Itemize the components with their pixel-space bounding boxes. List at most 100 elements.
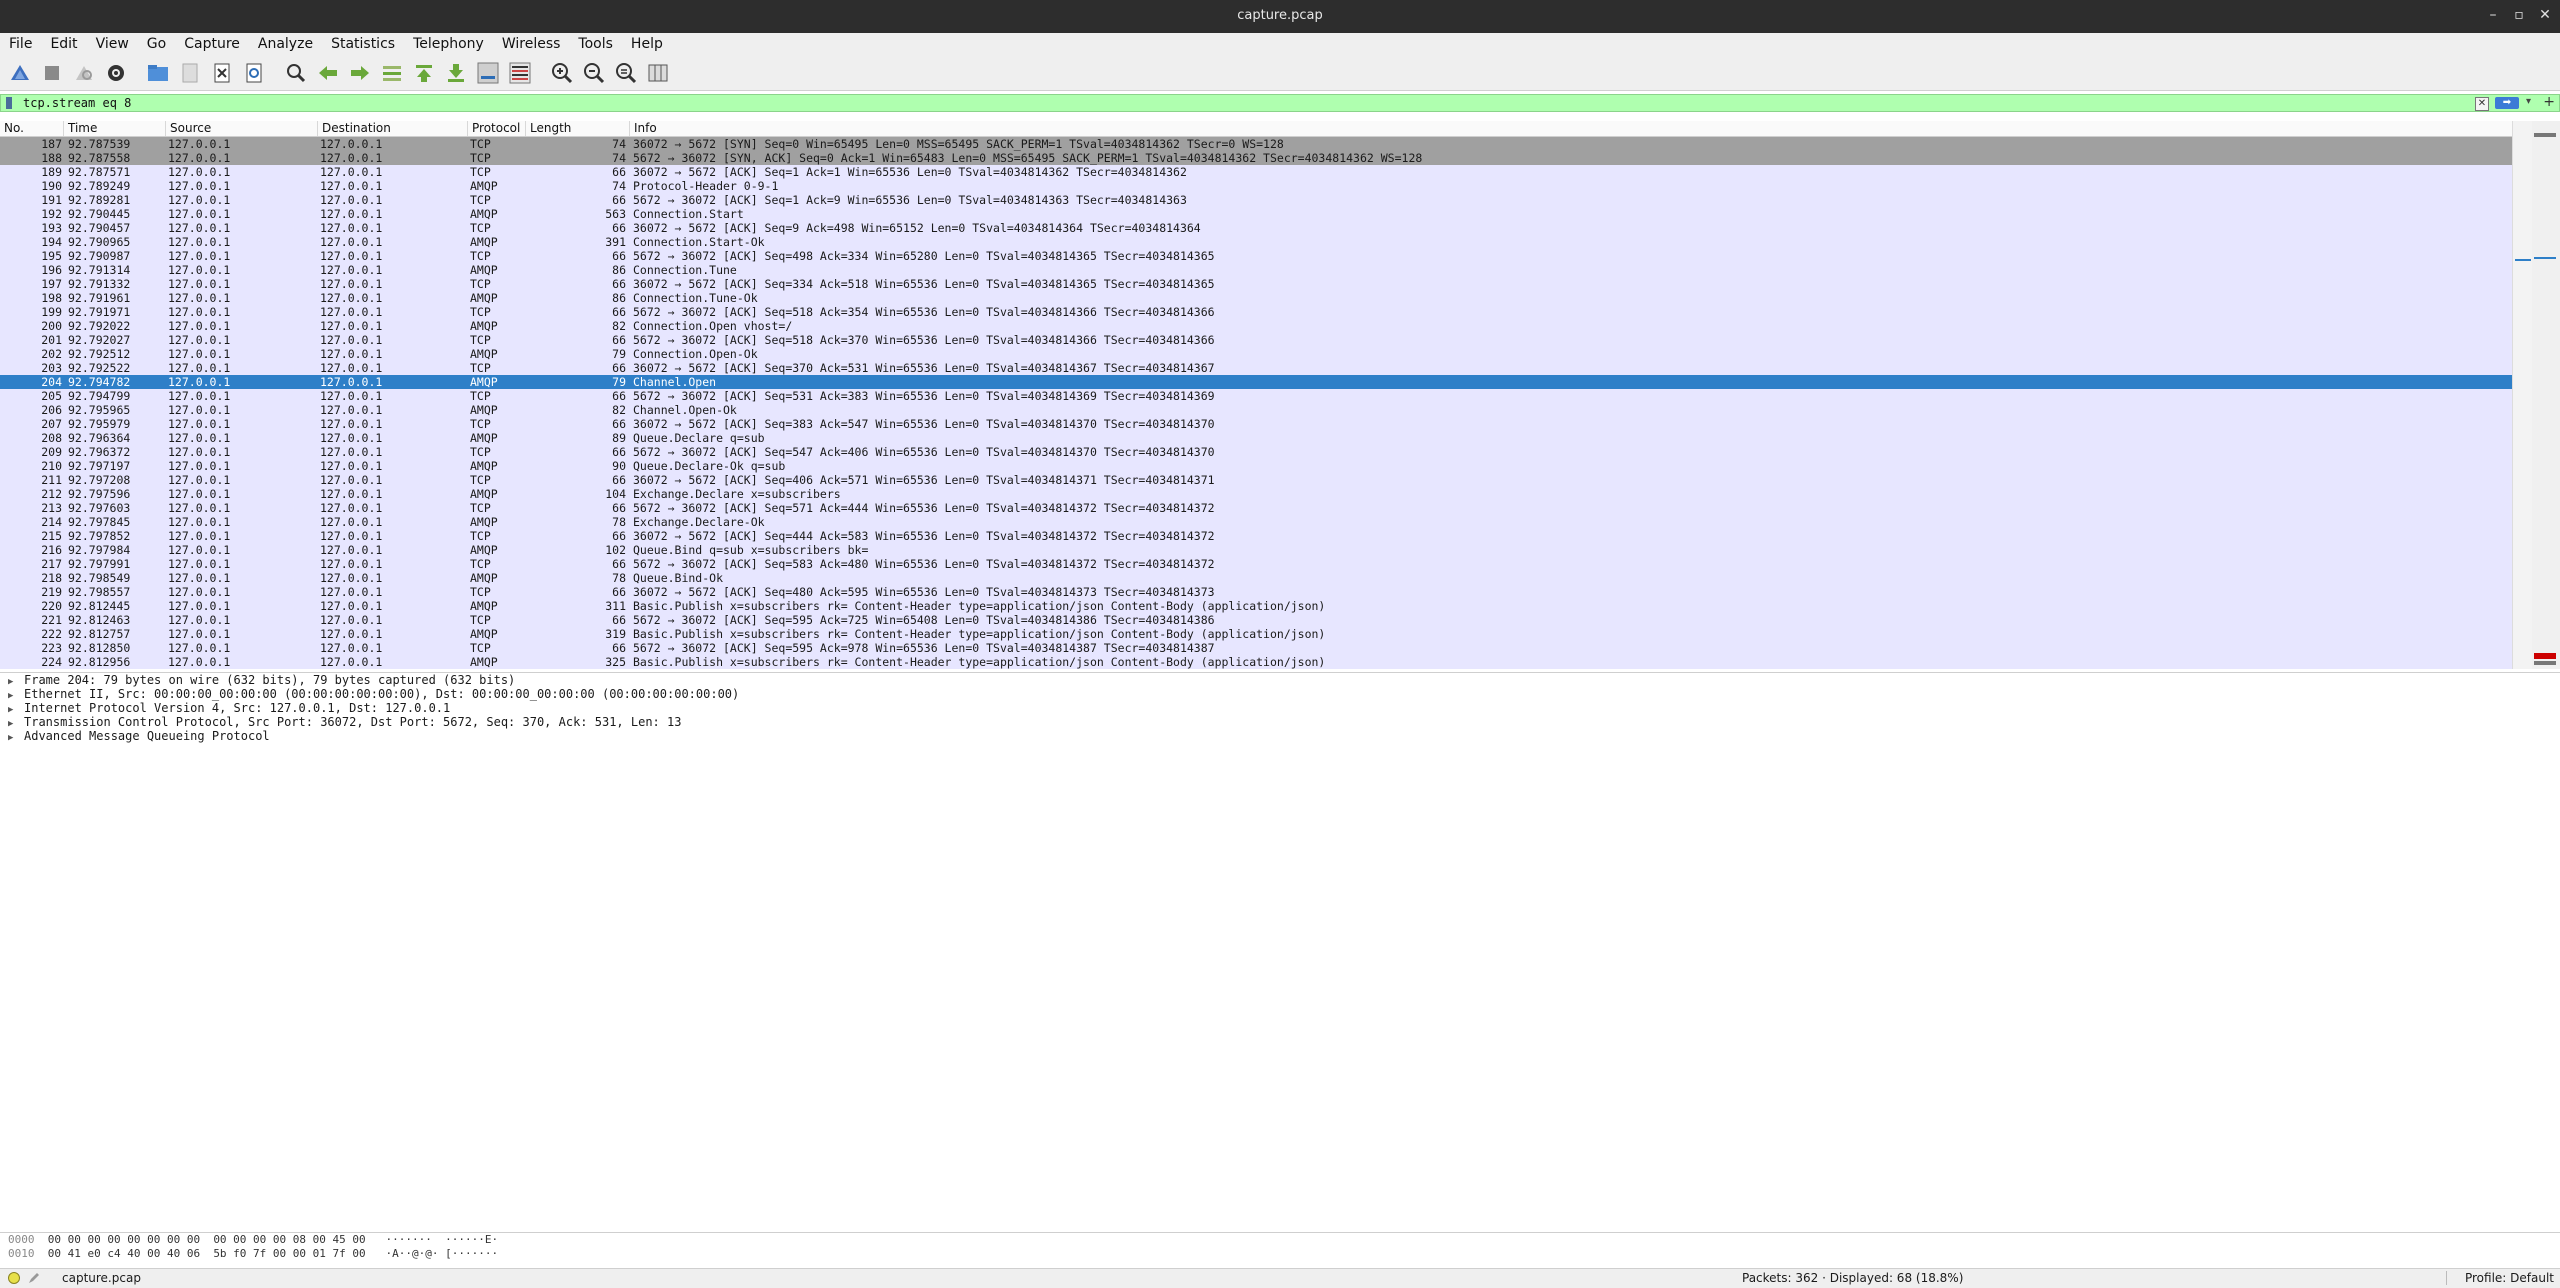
go-forward-icon[interactable] xyxy=(346,59,374,87)
go-back-icon[interactable] xyxy=(314,59,342,87)
table-row[interactable]: 190 92.789249 127.0.0.1 127.0.0.1 AMQP 74 Prot… xyxy=(0,179,2512,193)
minimize-icon[interactable]: – xyxy=(2486,7,2500,23)
table-row[interactable]: 192 92.790445 127.0.0.1 127.0.0.1 AMQP 563 Con… xyxy=(0,207,2512,221)
table-row[interactable]: 205 92.794799 127.0.0.1 127.0.0.1 TCP 66 5672 … xyxy=(0,389,2512,403)
bookmark-icon[interactable] xyxy=(6,97,12,109)
table-row[interactable]: 200 92.792022 127.0.0.1 127.0.0.1 AMQP 82 Conn… xyxy=(0,319,2512,333)
zoom-out-icon[interactable] xyxy=(580,59,608,87)
table-row[interactable]: 210 92.797197 127.0.0.1 127.0.0.1 AMQP 90 Queu… xyxy=(0,459,2512,473)
go-to-packet-icon[interactable] xyxy=(378,59,406,87)
file-icon[interactable] xyxy=(176,59,204,87)
column-header-no[interactable]: No. xyxy=(0,121,64,136)
menu-telephony[interactable]: Telephony xyxy=(404,36,493,52)
add-filter-button-icon[interactable]: + xyxy=(2543,94,2555,110)
expert-info-icon[interactable] xyxy=(8,1272,20,1284)
table-row[interactable]: 222 92.812757 127.0.0.1 127.0.0.1 AMQP 319 Bas… xyxy=(0,627,2512,641)
table-row[interactable]: 209 92.796372 127.0.0.1 127.0.0.1 TCP 66 5672 … xyxy=(0,445,2512,459)
open-folder-icon[interactable] xyxy=(144,59,172,87)
menu-go[interactable]: Go xyxy=(138,36,175,52)
column-header-time[interactable]: Time xyxy=(64,121,166,136)
bytes-row[interactable]: 0000 00 00 00 00 00 00 00 00 00 00 00 00… xyxy=(0,1233,2560,1247)
apply-filter-button[interactable]: ➡ xyxy=(2495,97,2519,109)
status-profile[interactable]: Profile: Default xyxy=(2465,1271,2554,1285)
detail-ipv4[interactable]: ▶ Internet Protocol Version 4, Src: 127.0… xyxy=(0,701,2560,715)
table-row[interactable]: 201 92.792027 127.0.0.1 127.0.0.1 TCP 66 5672 … xyxy=(0,333,2512,347)
column-header-source[interactable]: Source xyxy=(166,121,318,136)
options-gear-icon[interactable] xyxy=(102,59,130,87)
colorize-icon[interactable] xyxy=(506,59,534,87)
zoom-in-icon[interactable] xyxy=(548,59,576,87)
menu-statistics[interactable]: Statistics xyxy=(322,36,404,52)
menu-capture[interactable]: Capture xyxy=(175,36,249,52)
table-row[interactable]: 218 92.798549 127.0.0.1 127.0.0.1 AMQP 78 Queu… xyxy=(0,571,2512,585)
packet-protocol: TCP xyxy=(470,221,491,235)
menu-wireless[interactable]: Wireless xyxy=(493,36,570,52)
table-row[interactable]: 219 92.798557 127.0.0.1 127.0.0.1 TCP 66 36072… xyxy=(0,585,2512,599)
table-row[interactable]: 221 92.812463 127.0.0.1 127.0.0.1 TCP 66 5672 … xyxy=(0,613,2512,627)
shark-start-icon[interactable] xyxy=(6,59,34,87)
table-row[interactable]: 204 92.794782 127.0.0.1 127.0.0.1 AMQP 79 Chan… xyxy=(0,375,2512,389)
filter-history-dropdown-icon[interactable]: ▾ xyxy=(2526,96,2531,107)
clear-filter-icon[interactable]: ✕ xyxy=(2475,97,2489,111)
menu-help[interactable]: Help xyxy=(622,36,672,52)
menu-file[interactable]: File xyxy=(0,36,41,52)
close-icon[interactable]: ✕ xyxy=(2538,7,2552,23)
table-row[interactable]: 220 92.812445 127.0.0.1 127.0.0.1 AMQP 311 Bas… xyxy=(0,599,2512,613)
find-icon[interactable] xyxy=(282,59,310,87)
table-row[interactable]: 213 92.797603 127.0.0.1 127.0.0.1 TCP 66 5672 … xyxy=(0,501,2512,515)
table-row[interactable]: 215 92.797852 127.0.0.1 127.0.0.1 TCP 66 36072… xyxy=(0,529,2512,543)
table-row[interactable]: 224 92.812956 127.0.0.1 127.0.0.1 AMQP 325 Bas… xyxy=(0,655,2512,669)
reload-icon[interactable] xyxy=(240,59,268,87)
menu-analyze[interactable]: Analyze xyxy=(249,36,322,52)
stop-icon[interactable] xyxy=(38,59,66,87)
capture-comment-icon[interactable] xyxy=(28,1272,40,1284)
table-row[interactable]: 198 92.791961 127.0.0.1 127.0.0.1 AMQP 86 Conn… xyxy=(0,291,2512,305)
table-row[interactable]: 196 92.791314 127.0.0.1 127.0.0.1 AMQP 86 Conn… xyxy=(0,263,2512,277)
column-header-info[interactable]: Info xyxy=(630,121,2512,136)
autoscroll-icon[interactable] xyxy=(474,59,502,87)
packet-list-minimap[interactable] xyxy=(2532,121,2560,669)
table-row[interactable]: 214 92.797845 127.0.0.1 127.0.0.1 AMQP 78 Exch… xyxy=(0,515,2512,529)
table-row[interactable]: 207 92.795979 127.0.0.1 127.0.0.1 TCP 66 36072… xyxy=(0,417,2512,431)
menu-view[interactable]: View xyxy=(87,36,138,52)
expand-arrow-icon[interactable]: ▶ xyxy=(8,731,24,745)
restart-icon[interactable] xyxy=(70,59,98,87)
table-row[interactable]: 208 92.796364 127.0.0.1 127.0.0.1 AMQP 89 Queu… xyxy=(0,431,2512,445)
detail-frame[interactable]: ▶ Frame 204: 79 bytes on wire (632 bits),… xyxy=(0,673,2560,687)
column-header-destination[interactable]: Destination xyxy=(318,121,468,136)
table-row[interactable]: 188 92.787558 127.0.0.1 127.0.0.1 TCP 74 5672 … xyxy=(0,151,2512,165)
table-row[interactable]: 223 92.812850 127.0.0.1 127.0.0.1 TCP 66 5672 … xyxy=(0,641,2512,655)
table-row[interactable]: 193 92.790457 127.0.0.1 127.0.0.1 TCP 66 36072… xyxy=(0,221,2512,235)
maximize-icon[interactable]: ▫ xyxy=(2512,7,2526,23)
table-row[interactable]: 216 92.797984 127.0.0.1 127.0.0.1 AMQP 102 Que… xyxy=(0,543,2512,557)
packet-list-scrollbar[interactable] xyxy=(2512,121,2533,669)
table-row[interactable]: 203 92.792522 127.0.0.1 127.0.0.1 TCP 66 36072… xyxy=(0,361,2512,375)
table-row[interactable]: 195 92.790987 127.0.0.1 127.0.0.1 TCP 66 5672 … xyxy=(0,249,2512,263)
close-file-icon[interactable] xyxy=(208,59,236,87)
detail-amqp[interactable]: ▶ Advanced Message Queueing Protocol xyxy=(0,729,2560,743)
table-row[interactable]: 202 92.792512 127.0.0.1 127.0.0.1 AMQP 79 Conn… xyxy=(0,347,2512,361)
resize-columns-icon[interactable] xyxy=(644,59,672,87)
menu-edit[interactable]: Edit xyxy=(41,36,86,52)
display-filter-input[interactable] xyxy=(23,95,2463,111)
bytes-row[interactable]: 0010 00 41 e0 c4 40 00 40 06 5b f0 7f 00… xyxy=(0,1247,2560,1261)
table-row[interactable]: 206 92.795965 127.0.0.1 127.0.0.1 AMQP 82 Chan… xyxy=(0,403,2512,417)
zoom-normal-icon[interactable] xyxy=(612,59,640,87)
packet-source: 127.0.0.1 xyxy=(168,249,231,263)
table-row[interactable]: 194 92.790965 127.0.0.1 127.0.0.1 AMQP 391 Con… xyxy=(0,235,2512,249)
table-row[interactable]: 199 92.791971 127.0.0.1 127.0.0.1 TCP 66 5672 … xyxy=(0,305,2512,319)
table-row[interactable]: 189 92.787571 127.0.0.1 127.0.0.1 TCP 66 36072… xyxy=(0,165,2512,179)
column-header-length[interactable]: Length xyxy=(526,121,630,136)
table-row[interactable]: 197 92.791332 127.0.0.1 127.0.0.1 TCP 66 36072… xyxy=(0,277,2512,291)
table-row[interactable]: 187 92.787539 127.0.0.1 127.0.0.1 TCP 74 36072… xyxy=(0,137,2512,151)
table-row[interactable]: 217 92.797991 127.0.0.1 127.0.0.1 TCP 66 5672 … xyxy=(0,557,2512,571)
column-header-protocol[interactable]: Protocol xyxy=(468,121,526,136)
menu-tools[interactable]: Tools xyxy=(569,36,622,52)
last-packet-icon[interactable] xyxy=(442,59,470,87)
table-row[interactable]: 212 92.797596 127.0.0.1 127.0.0.1 AMQP 104 Exc… xyxy=(0,487,2512,501)
first-packet-icon[interactable] xyxy=(410,59,438,87)
detail-tcp[interactable]: ▶ Transmission Control Protocol, Src Port… xyxy=(0,715,2560,729)
detail-ethernet[interactable]: ▶ Ethernet II, Src: 00:00:00_00:00:00 (00… xyxy=(0,687,2560,701)
table-row[interactable]: 211 92.797208 127.0.0.1 127.0.0.1 TCP 66 36072… xyxy=(0,473,2512,487)
table-row[interactable]: 191 92.789281 127.0.0.1 127.0.0.1 TCP 66 5672 … xyxy=(0,193,2512,207)
